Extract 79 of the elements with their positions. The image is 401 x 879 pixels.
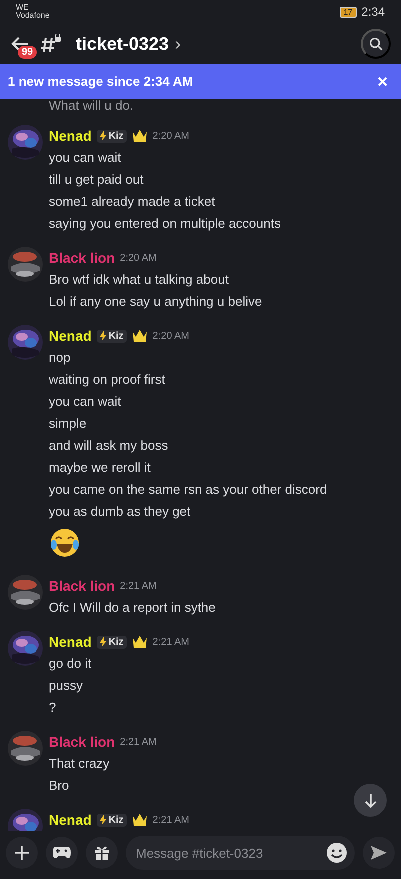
lightning-icon — [100, 331, 107, 341]
message-text: till u get paid out — [49, 171, 145, 189]
timestamp: 2:21 AM — [120, 736, 157, 748]
timestamp: 2:20 AM — [120, 252, 157, 264]
down-arrow-icon — [364, 792, 378, 808]
message-text: some1 already made a ticket — [49, 193, 216, 211]
timestamp: 2:21 AM — [152, 814, 190, 826]
message-text: simple — [49, 415, 88, 433]
author-name[interactable]: Nenad — [49, 128, 92, 144]
laughing-emoji-icon — [49, 527, 81, 559]
avatar[interactable] — [8, 631, 43, 666]
server-tag[interactable]: Kiz — [96, 636, 127, 648]
message-input[interactable]: Message #ticket-0323 — [126, 836, 355, 870]
locked-channel-icon — [40, 34, 62, 54]
avatar[interactable] — [8, 247, 43, 282]
message-text: you as dumb as they get — [49, 503, 192, 521]
message-text: you came on the same rsn as your other discord — [49, 481, 328, 499]
server-tag[interactable]: Kiz — [96, 814, 127, 826]
search-icon — [369, 36, 383, 52]
message-text: you can wait — [49, 149, 122, 167]
lightning-icon — [100, 637, 107, 647]
message-text: and will ask my boss — [49, 437, 170, 455]
chevron[interactable]: › — [175, 34, 182, 54]
message-text: saying you entered on multiple accounts — [49, 215, 281, 233]
gamepad-button[interactable] — [46, 837, 78, 869]
crown-icon — [132, 635, 148, 649]
avatar[interactable] — [8, 125, 43, 160]
send-button[interactable] — [363, 837, 395, 869]
author-name[interactable]: Black lion — [49, 250, 116, 266]
avatar[interactable] — [8, 575, 43, 610]
emoji-icon[interactable] — [326, 842, 348, 864]
carrier-label: WE — [16, 4, 30, 12]
plus-icon — [14, 845, 30, 861]
carrier-name: Vodafone — [16, 12, 50, 20]
crown-icon — [132, 129, 148, 143]
message-text: Bro — [49, 777, 70, 795]
message-text: Lol if any one say u anything u belive — [49, 293, 262, 311]
lightning-icon — [100, 131, 107, 141]
close-button[interactable]: ✕ — [373, 74, 393, 90]
server-tag[interactable]: Kiz — [96, 130, 127, 142]
message-text: Ofc I Will do a report in sythe — [49, 599, 216, 617]
banner-text: 1 new message since 2:34 AM — [8, 74, 194, 89]
scroll-down-button[interactable] — [354, 784, 387, 817]
message-text: Bro wtf idk what u talking about — [49, 271, 230, 289]
server-tag[interactable]: Kiz — [96, 330, 127, 342]
gamepad-icon — [52, 845, 72, 861]
timestamp: 2:20 AM — [152, 130, 190, 142]
author-name[interactable]: Black lion — [49, 734, 116, 750]
message-text: you can wait — [49, 393, 122, 411]
lightning-icon — [100, 815, 107, 825]
unread-badge: 99 — [18, 46, 38, 59]
message-text: go do it — [49, 655, 93, 673]
timestamp: 2:21 AM — [120, 580, 157, 592]
battery-level: 17 — [340, 6, 357, 18]
channel-title[interactable]: ticket-0323 — [76, 34, 170, 54]
message-text: That crazy — [49, 755, 111, 773]
avatar[interactable] — [8, 731, 43, 766]
search-button[interactable] — [361, 29, 391, 59]
new-message-banner[interactable]: 1 new message since 2:34 AM ✕ — [0, 64, 401, 99]
timestamp: 2:21 AM — [152, 636, 190, 648]
send-icon — [370, 845, 388, 861]
message-text: waiting on proof first — [49, 371, 166, 389]
message-text: What will u do. — [48, 99, 135, 113]
timestamp: 2:20 AM — [152, 330, 190, 342]
crown-icon — [132, 329, 148, 343]
author-name[interactable]: Black lion — [49, 578, 116, 594]
author-name[interactable]: Nenad — [49, 634, 92, 650]
gift-button[interactable] — [86, 837, 118, 869]
avatar[interactable] — [8, 325, 43, 360]
add-button[interactable] — [6, 837, 38, 869]
crown-icon — [132, 813, 148, 827]
author-name[interactable]: Nenad — [49, 812, 92, 828]
clock: 2:34 — [362, 5, 385, 19]
author-name[interactable]: Nenad — [49, 328, 92, 344]
message-text: pussy — [49, 677, 84, 695]
message-text: maybe we reroll it — [49, 459, 152, 477]
message-text: nop — [49, 349, 72, 367]
gift-icon — [94, 845, 110, 861]
message-text: ? — [49, 699, 58, 717]
